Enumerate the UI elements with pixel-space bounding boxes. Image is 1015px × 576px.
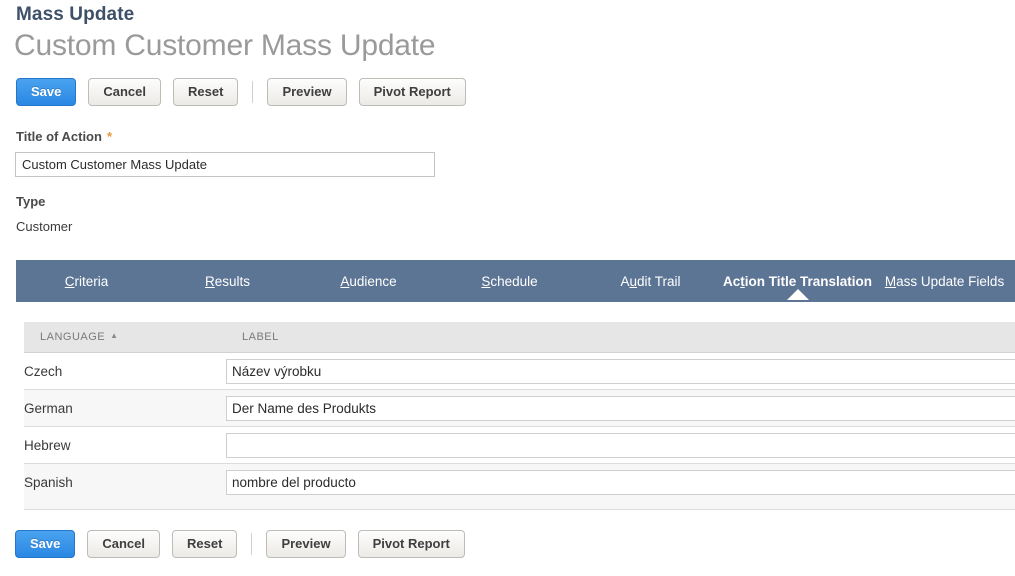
title-of-action-input[interactable] [15, 152, 435, 177]
translation-table-body: CzechGermanHebrewSpanish [24, 353, 1015, 501]
table-bottom-edge [24, 500, 1015, 510]
preview-button-top[interactable]: Preview [267, 78, 346, 106]
tab-label-rest: riteria [74, 274, 108, 289]
column-header-language-text: LANGUAGE [40, 331, 105, 343]
type-value: Customer [16, 219, 72, 234]
cell-language: Hebrew [24, 427, 226, 464]
pivot-report-button-bottom[interactable]: Pivot Report [358, 530, 465, 558]
cancel-button-top[interactable]: Cancel [88, 78, 161, 106]
table-row: Spanish [24, 464, 1015, 501]
tab-action-title-translation[interactable]: Action Title Translation [721, 274, 874, 289]
tab-results[interactable]: Results [157, 274, 298, 289]
translation-table: LANGUAGE ▲ LABEL CzechGermanHebrewSpanish [24, 322, 1015, 501]
reset-button-top[interactable]: Reset [173, 78, 238, 106]
tab-accesskey-letter: A [340, 274, 349, 289]
save-button-top[interactable]: Save [16, 78, 76, 106]
tab-accesskey-letter: M [885, 274, 896, 289]
table-header-row: LANGUAGE ▲ LABEL [24, 322, 1015, 353]
tab-label-rest: chedule [490, 274, 537, 289]
table-row: Czech [24, 353, 1015, 390]
tab-accesskey-letter: S [481, 274, 490, 289]
toolbar-divider-top [252, 81, 253, 103]
tab-label-rest: ass Update Fields [896, 274, 1004, 289]
column-header-label-text: LABEL [242, 331, 279, 343]
page-kicker: Mass Update [16, 4, 134, 26]
cell-label [226, 464, 1015, 501]
type-label: Type [16, 194, 45, 209]
save-button-bottom[interactable]: Save [15, 530, 75, 558]
tab-bar: CriteriaResultsAudienceScheduleAudit Tra… [16, 260, 1015, 302]
mass-update-page: Mass Update Custom Customer Mass Update … [0, 0, 1015, 576]
table-row: Hebrew [24, 427, 1015, 464]
toolbar-divider-bottom [251, 533, 252, 555]
tab-audience[interactable]: Audience [298, 274, 439, 289]
tab-label-rest: ion Title Translation [745, 274, 872, 289]
title-of-action-label-text: Title of Action [16, 129, 102, 144]
cell-label [226, 390, 1015, 427]
tab-label-rest: dit Trail [637, 274, 681, 289]
tab-accesskey-letter: u [629, 274, 637, 289]
page-title: Custom Customer Mass Update [14, 29, 435, 63]
label-input-czech[interactable] [226, 359, 1015, 384]
tab-mass-update-fields[interactable]: Mass Update Fields [874, 274, 1015, 289]
cell-language: Spanish [24, 464, 226, 501]
tab-criteria[interactable]: Criteria [16, 274, 157, 289]
cell-language: Czech [24, 353, 226, 390]
cancel-button-bottom[interactable]: Cancel [87, 530, 160, 558]
reset-button-bottom[interactable]: Reset [172, 530, 237, 558]
toolbar-top: Save Cancel Reset Preview Pivot Report [16, 78, 478, 106]
label-input-german[interactable] [226, 396, 1015, 421]
pivot-report-button-top[interactable]: Pivot Report [359, 78, 466, 106]
label-input-hebrew[interactable] [226, 433, 1015, 458]
cell-language: German [24, 390, 226, 427]
tab-label-rest: esults [215, 274, 250, 289]
toolbar-bottom: Save Cancel Reset Preview Pivot Report [15, 530, 477, 558]
sort-ascending-icon: ▲ [110, 331, 118, 340]
required-asterisk: * [107, 129, 112, 144]
tab-label-prefix: Ac [723, 274, 740, 289]
tab-audit-trail[interactable]: Audit Trail [580, 274, 721, 289]
cell-label [226, 427, 1015, 464]
tab-schedule[interactable]: Schedule [439, 274, 580, 289]
translation-table-head: LANGUAGE ▲ LABEL [24, 322, 1015, 353]
label-input-spanish[interactable] [226, 470, 1015, 495]
cell-label [226, 353, 1015, 390]
tab-accesskey-letter: R [205, 274, 215, 289]
active-tab-caret-icon [787, 289, 809, 300]
preview-button-bottom[interactable]: Preview [266, 530, 345, 558]
title-of-action-label: Title of Action * [16, 129, 112, 144]
tab-label-rest: udience [349, 274, 396, 289]
table-row: German [24, 390, 1015, 427]
column-header-label[interactable]: LABEL [226, 322, 1015, 353]
column-header-language[interactable]: LANGUAGE ▲ [24, 322, 226, 353]
